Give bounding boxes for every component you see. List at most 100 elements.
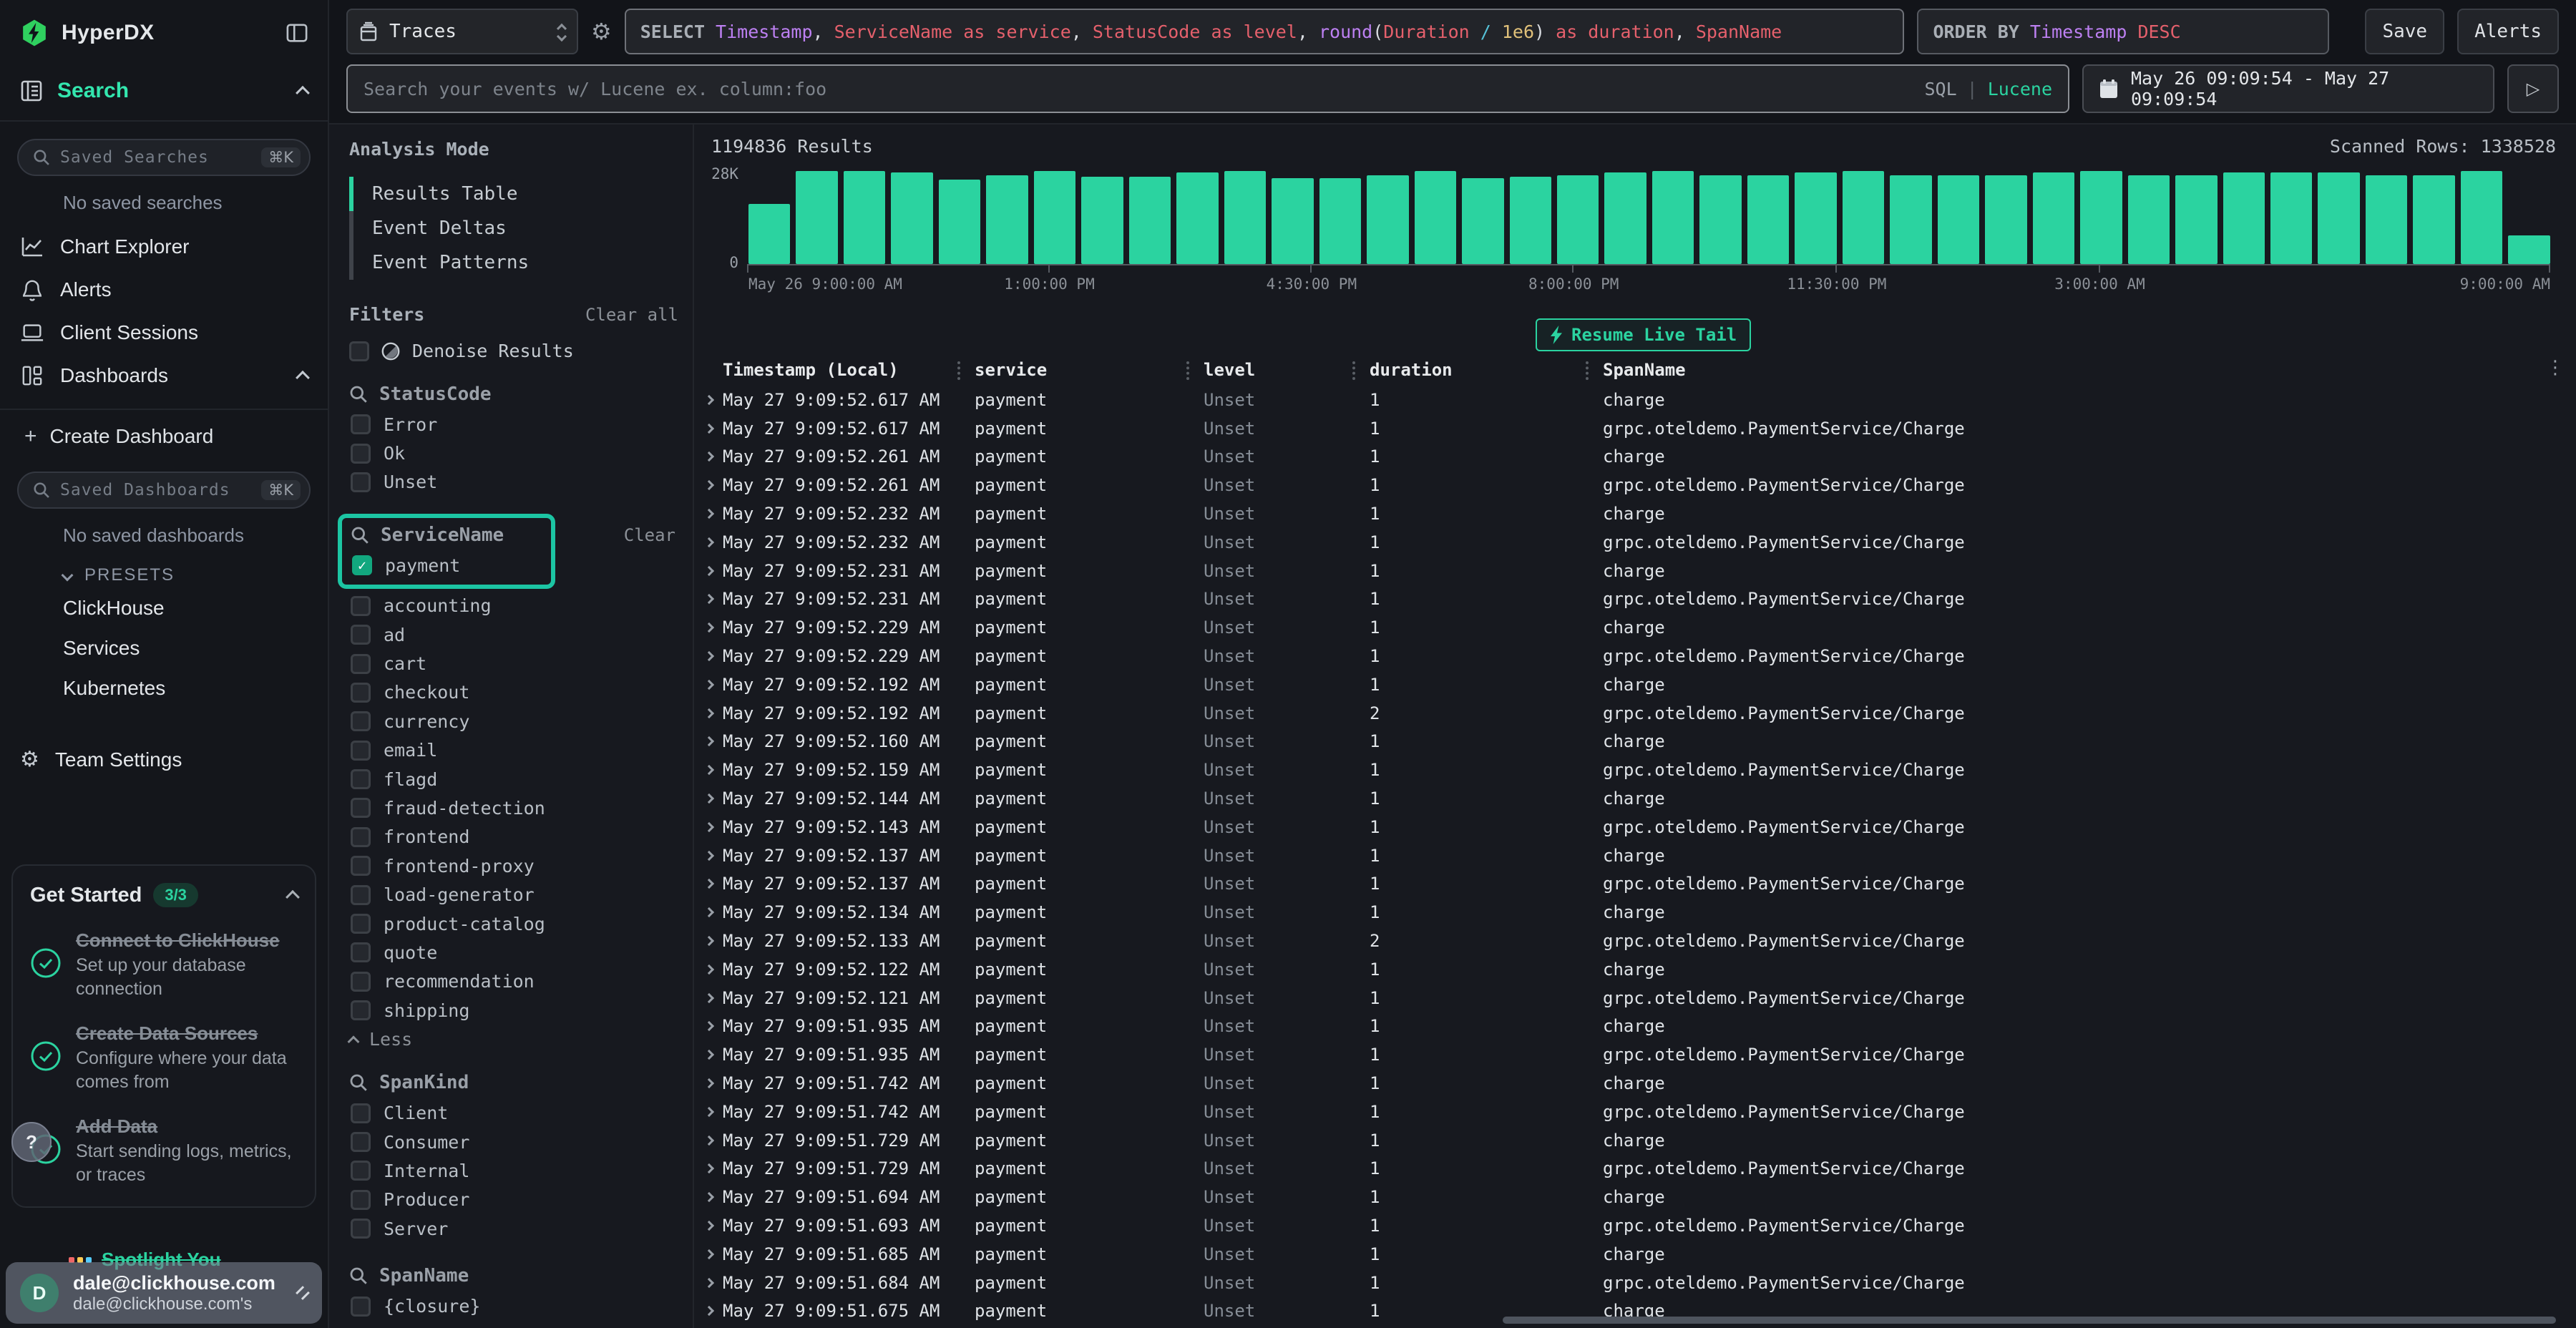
expand-row-icon[interactable] xyxy=(704,451,714,462)
checkbox[interactable] xyxy=(351,414,371,434)
histogram-bar[interactable] xyxy=(1129,177,1171,264)
checkbox[interactable] xyxy=(351,1000,371,1020)
filter-option-currency[interactable]: currency xyxy=(349,707,678,736)
table-row[interactable]: May 27 9:09:52.232 AMpaymentUnset1grpc.o… xyxy=(694,528,2576,557)
histogram-bar[interactable] xyxy=(1081,177,1123,264)
filter-option-email[interactable]: email xyxy=(349,736,678,765)
table-row[interactable]: May 27 9:09:51.684 AMpaymentUnset1grpc.o… xyxy=(694,1269,2576,1297)
expand-row-icon[interactable] xyxy=(704,395,714,405)
histogram-bar[interactable] xyxy=(2080,171,2122,264)
table-row[interactable]: May 27 9:09:51.729 AMpaymentUnset1charge xyxy=(694,1126,2576,1155)
sidebar-item-kubernetes[interactable]: Kubernetes xyxy=(0,668,328,708)
histogram-bar[interactable] xyxy=(844,171,885,264)
histogram-bar[interactable] xyxy=(1938,175,1979,264)
histogram-bar[interactable] xyxy=(1415,171,1456,264)
checkbox[interactable] xyxy=(351,827,371,847)
table-row[interactable]: May 27 9:09:51.693 AMpaymentUnset1grpc.o… xyxy=(694,1211,2576,1240)
filter-option-{closure}[interactable]: {closure} xyxy=(349,1292,678,1320)
histogram-bar[interactable] xyxy=(1462,178,1503,264)
table-row[interactable]: May 27 9:09:52.617 AMpaymentUnset1charge xyxy=(694,386,2576,414)
column-header-spanname[interactable]: SpanName xyxy=(1603,360,2576,380)
expand-row-icon[interactable] xyxy=(704,765,714,775)
filter-option-Server[interactable]: Server xyxy=(349,1214,678,1243)
histogram-bar[interactable] xyxy=(796,171,837,264)
table-row[interactable]: May 27 9:09:51.935 AMpaymentUnset1charge xyxy=(694,1012,2576,1041)
histogram-bar[interactable] xyxy=(2033,172,2074,264)
sidebar-item-alerts[interactable]: Alerts xyxy=(0,268,328,311)
expand-row-icon[interactable] xyxy=(704,851,714,861)
expand-row-icon[interactable] xyxy=(704,736,714,746)
chevron-up-icon[interactable] xyxy=(296,86,310,100)
expand-row-icon[interactable] xyxy=(704,1192,714,1202)
checkbox[interactable] xyxy=(351,711,371,731)
checkbox[interactable] xyxy=(351,654,371,674)
analysis-mode-event-patterns[interactable]: Event Patterns xyxy=(349,245,678,280)
checkbox[interactable] xyxy=(351,1190,371,1210)
filter-option-fraud-detection[interactable]: fraud-detection xyxy=(349,794,678,822)
expand-row-icon[interactable] xyxy=(704,1050,714,1060)
expand-row-icon[interactable] xyxy=(704,594,714,604)
checkbox[interactable] xyxy=(351,885,371,905)
column-header-service[interactable]: service xyxy=(975,360,1204,380)
histogram-bar[interactable] xyxy=(2461,171,2502,264)
checkbox[interactable] xyxy=(351,596,371,616)
denoise-results-option[interactable]: Denoise Results xyxy=(349,341,678,361)
histogram-bar[interactable] xyxy=(1224,171,1266,264)
expand-row-icon[interactable] xyxy=(704,566,714,576)
expand-row-icon[interactable] xyxy=(704,936,714,946)
expand-row-icon[interactable] xyxy=(704,708,714,718)
histogram-bar[interactable] xyxy=(1699,175,1741,264)
horizontal-scrollbar[interactable] xyxy=(1503,1317,2556,1324)
histogram-bar[interactable] xyxy=(1890,175,1931,264)
filter-option-ad[interactable]: ad xyxy=(349,620,678,649)
histogram-bar[interactable] xyxy=(1034,171,1075,264)
expand-row-icon[interactable] xyxy=(704,1249,714,1259)
histogram-bar[interactable] xyxy=(2175,175,2217,264)
checkbox[interactable] xyxy=(351,1219,371,1239)
checkbox[interactable] xyxy=(351,1103,371,1123)
table-row[interactable]: May 27 9:09:52.229 AMpaymentUnset1grpc.o… xyxy=(694,642,2576,670)
filter-option-shipping[interactable]: shipping xyxy=(349,996,678,1025)
analysis-mode-event-deltas[interactable]: Event Deltas xyxy=(349,211,678,245)
search-input[interactable]: Search your events w/ Lucene ex. column:… xyxy=(346,64,2069,113)
table-row[interactable]: May 27 9:09:52.133 AMpaymentUnset2grpc.o… xyxy=(694,927,2576,955)
show-less-toggle[interactable]: Less xyxy=(349,1029,678,1050)
expand-row-icon[interactable] xyxy=(704,794,714,804)
table-row[interactable]: May 27 9:09:52.121 AMpaymentUnset1grpc.o… xyxy=(694,984,2576,1012)
help-button[interactable]: ? xyxy=(11,1122,52,1162)
date-range-picker[interactable]: May 26 09:09:54 - May 27 09:09:54 xyxy=(2082,64,2494,113)
expand-row-icon[interactable] xyxy=(704,1021,714,1031)
filter-option-frontend-proxy[interactable]: frontend-proxy xyxy=(349,851,678,880)
histogram-bar[interactable] xyxy=(939,180,980,264)
save-button[interactable]: Save xyxy=(2365,9,2444,54)
filter-option-recommendation[interactable]: recommendation xyxy=(349,967,678,996)
histogram-bar[interactable] xyxy=(1557,175,1599,264)
filter-option-Internal[interactable]: Internal xyxy=(349,1156,678,1185)
checkbox[interactable] xyxy=(351,625,371,645)
checkbox[interactable] xyxy=(349,341,369,361)
filter-option-Unset[interactable]: Unset xyxy=(349,468,678,497)
expand-row-icon[interactable] xyxy=(704,993,714,1003)
histogram-bar[interactable] xyxy=(1319,178,1361,264)
table-row[interactable]: May 27 9:09:52.617 AMpaymentUnset1grpc.o… xyxy=(694,414,2576,443)
histogram-bar[interactable] xyxy=(1510,177,1551,264)
filter-option-checkout[interactable]: checkout xyxy=(349,678,678,707)
chevron-up-icon[interactable] xyxy=(296,371,310,385)
table-row[interactable]: May 27 9:09:51.685 AMpaymentUnset1charge xyxy=(694,1240,2576,1269)
expand-row-icon[interactable] xyxy=(704,1163,714,1173)
table-row[interactable]: May 27 9:09:51.742 AMpaymentUnset1charge xyxy=(694,1069,2576,1098)
resume-live-tail-button[interactable]: Resume Live Tail xyxy=(1536,318,1751,351)
sidebar-item-dashboards[interactable]: Dashboards xyxy=(0,354,328,397)
expand-row-icon[interactable] xyxy=(704,537,714,547)
sidebar-item-services[interactable]: Services xyxy=(0,628,328,668)
histogram-bar[interactable] xyxy=(2508,235,2550,264)
expand-row-icon[interactable] xyxy=(704,879,714,889)
filter-option-load-generator[interactable]: load-generator xyxy=(349,880,678,909)
histogram-bar[interactable] xyxy=(1795,172,1836,264)
expand-row-icon[interactable] xyxy=(704,907,714,917)
histogram-bar[interactable] xyxy=(2223,172,2265,264)
expand-row-icon[interactable] xyxy=(704,1306,714,1316)
sidebar-item-chart-explorer[interactable]: Chart Explorer xyxy=(0,225,328,268)
table-row[interactable]: May 27 9:09:52.137 AMpaymentUnset1charge xyxy=(694,841,2576,870)
checkbox[interactable] xyxy=(351,856,371,876)
